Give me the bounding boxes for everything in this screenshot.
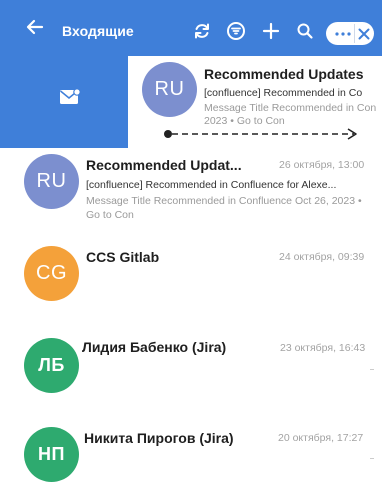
message-preview: Message Title Recommended in Confluence … bbox=[86, 195, 362, 221]
message-subject: [confluence] Recommended in Co bbox=[204, 87, 363, 99]
page-title: Входящие bbox=[62, 23, 134, 39]
sender-name: Лидия Бабенко (Jira) bbox=[82, 339, 227, 355]
avatar: НП bbox=[24, 427, 79, 482]
plus-icon[interactable] bbox=[260, 20, 282, 42]
filter-icon[interactable] bbox=[225, 20, 247, 42]
back-arrow-icon[interactable] bbox=[22, 14, 48, 40]
sender-name: Никита Пирогов (Jira) bbox=[84, 430, 234, 446]
message-date: 23 октября, 16:43 bbox=[280, 342, 366, 354]
message-date: 26 октября, 13:00 bbox=[279, 159, 365, 171]
message-preview: Message Title Recommended in Con 2023 • … bbox=[204, 102, 377, 127]
list-item[interactable]: CG CCS Gitlab 24 октября, 09:39 bbox=[0, 240, 382, 325]
sender-name: CCS Gitlab bbox=[86, 249, 160, 265]
scroll-hint bbox=[370, 458, 374, 459]
more-pill bbox=[326, 22, 374, 45]
list-item[interactable]: НП Никита Пирогов (Jira) 20 октября, 17:… bbox=[0, 418, 382, 501]
avatar: RU bbox=[142, 62, 197, 117]
top-bar: Входящие bbox=[0, 0, 382, 56]
sender-name: Recommended Updates bbox=[204, 66, 364, 82]
swipe-arrow-icon bbox=[164, 128, 357, 140]
refresh-icon[interactable] bbox=[191, 20, 213, 42]
list-item[interactable]: ЛБ Лидия Бабенко (Jira) 23 октября, 16:4… bbox=[0, 330, 382, 415]
scroll-hint bbox=[370, 369, 374, 370]
close-icon[interactable] bbox=[355, 25, 373, 43]
list-item[interactable]: RU Recommended Updat... 26 октября, 13:0… bbox=[0, 148, 382, 238]
mark-read-action[interactable] bbox=[0, 56, 128, 148]
more-icon[interactable] bbox=[334, 29, 352, 39]
sender-name: Recommended Updat... bbox=[86, 157, 242, 173]
search-icon[interactable] bbox=[294, 20, 316, 42]
avatar: CG bbox=[24, 246, 79, 301]
message-date: 20 октября, 17:27 bbox=[278, 432, 364, 444]
avatar: ЛБ bbox=[24, 338, 79, 393]
message-date: 24 октября, 09:39 bbox=[279, 251, 365, 263]
avatar: RU bbox=[24, 154, 79, 209]
mail-read-icon bbox=[60, 88, 81, 104]
message-subject: [confluence] Recommended in Confluence f… bbox=[86, 179, 337, 191]
